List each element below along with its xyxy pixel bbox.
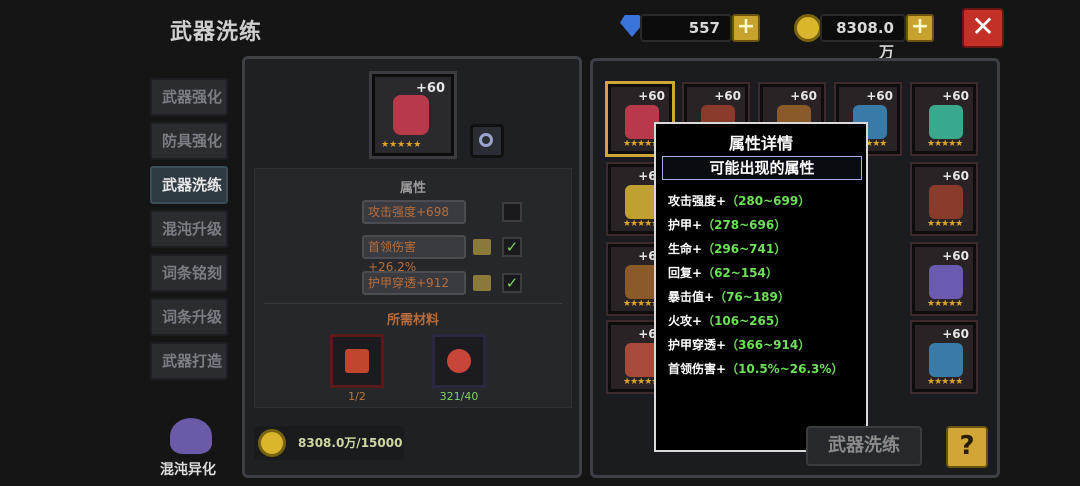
- slot-level: +60: [942, 327, 969, 341]
- weapon-stars: ★★★★★: [381, 140, 422, 150]
- material-2-count: 321/40: [439, 390, 479, 403]
- property-range: （106~265）: [702, 314, 787, 328]
- property-name: 护甲+: [668, 218, 703, 232]
- weapon-slot[interactable]: +60 ★★★★★: [912, 244, 976, 314]
- property-row: 护甲穿透+（366~914）: [668, 336, 810, 353]
- property-row: 首领伤害+（10.5%~26.3%）: [668, 360, 843, 377]
- slot-stars: ★★★★★: [927, 139, 963, 149]
- weapon-slot[interactable]: +60 ★★★★★: [912, 84, 976, 154]
- property-range: （62~154）: [702, 266, 778, 280]
- property-range: （10.5%~26.3%）: [726, 362, 844, 376]
- reforge-button[interactable]: 武器洗练: [806, 426, 922, 466]
- attributes-heading: 属性: [399, 181, 426, 196]
- attribute-1-checkbox[interactable]: [502, 202, 522, 222]
- property-row: 回复+（62~154）: [668, 264, 778, 281]
- coin-cost-bar: 8308.0万/15000: [254, 426, 404, 460]
- weapon-icon: [929, 105, 963, 139]
- divider: [264, 303, 562, 304]
- property-range: （296~741）: [702, 242, 787, 256]
- tab-affix-upgrade[interactable]: 词条升级: [150, 298, 228, 336]
- weapon-level: +60: [416, 81, 445, 96]
- property-row: 护甲+（278~696）: [668, 216, 786, 233]
- property-range: （366~914）: [726, 338, 811, 352]
- property-row: 生命+（296~741）: [668, 240, 786, 257]
- page-title: 武器洗练: [170, 20, 263, 45]
- tab-weapon-forge[interactable]: 武器打造: [150, 342, 228, 380]
- attribute-detail-popup: 属性详情 可能出现的属性 攻击强度+（280~699） 护甲+（278~696）…: [654, 122, 868, 452]
- property-row: 暴击值+（76~189）: [668, 288, 790, 305]
- property-name: 生命+: [668, 242, 703, 256]
- slot-stars: ★★★★★: [927, 219, 963, 229]
- gold-coin-icon: [258, 429, 286, 457]
- weapon-slot[interactable]: +60 ★★★★★: [912, 322, 976, 392]
- weapon-icon: [929, 265, 963, 299]
- property-name: 攻击强度+: [668, 194, 727, 208]
- gold-coin-icon: [794, 14, 822, 42]
- property-name: 火攻+: [668, 314, 703, 328]
- lock-icon: [473, 275, 491, 291]
- add-gems-button[interactable]: +: [732, 14, 760, 42]
- property-name: 首领伤害+: [668, 362, 727, 376]
- weapon-icon: [393, 95, 429, 135]
- material-1-count: 1/2: [348, 390, 366, 403]
- help-button[interactable]: ?: [946, 426, 988, 468]
- magnifier-icon: [479, 133, 493, 147]
- tab-affix-inscribe[interactable]: 词条铭刻: [150, 254, 228, 292]
- add-gold-button[interactable]: +: [906, 14, 934, 42]
- material-slot-2[interactable]: [432, 334, 486, 388]
- weapon-icon: [929, 185, 963, 219]
- attribute-row-1: 攻击强度+698: [362, 200, 466, 224]
- close-button[interactable]: ✕: [962, 8, 1004, 48]
- tab-armor-enhance[interactable]: 防具强化: [150, 122, 228, 160]
- coin-cost-text: 8308.0万/15000: [298, 436, 403, 450]
- lock-icon: [473, 239, 491, 255]
- selected-weapon-slot[interactable]: +60 ★★★★★: [372, 74, 454, 156]
- attribute-row-2: 首领伤害+26.2%: [362, 235, 466, 274]
- slot-level: +60: [714, 89, 741, 103]
- property-name: 护甲穿透+: [668, 338, 727, 352]
- slot-level: +60: [942, 249, 969, 263]
- tab-weapon-reforge[interactable]: 武器洗练: [150, 166, 228, 204]
- property-range: （280~699）: [726, 194, 811, 208]
- slot-level: +60: [790, 89, 817, 103]
- property-range: （76~189）: [714, 290, 790, 304]
- materials-heading: 所需材料: [386, 313, 439, 328]
- slot-level: +60: [942, 169, 969, 183]
- slot-level: +60: [942, 89, 969, 103]
- weapon-slot[interactable]: +60 ★★★★★: [912, 164, 976, 234]
- chaos-mutation-label[interactable]: 混沌异化: [160, 459, 216, 479]
- tab-weapon-enhance[interactable]: 武器强化: [150, 78, 228, 116]
- property-range: （278~696）: [702, 218, 787, 232]
- attribute-3-checkbox[interactable]: ✓: [502, 273, 522, 293]
- attribute-row-3: 护甲穿透+912: [362, 271, 466, 295]
- slot-level: +60: [638, 89, 665, 103]
- slot-stars: ★★★★★: [927, 299, 963, 309]
- material-1-icon: [345, 349, 369, 373]
- weapon-icon: [929, 343, 963, 377]
- property-name: 回复+: [668, 266, 703, 280]
- gold-count: 8308.0万: [820, 14, 906, 61]
- property-row: 攻击强度+（280~699）: [668, 192, 810, 209]
- slot-level: +60: [866, 89, 893, 103]
- chaos-mutation-icon[interactable]: [170, 418, 212, 454]
- popup-title: 属性详情: [728, 134, 793, 153]
- material-slot-1[interactable]: [330, 334, 384, 388]
- magnifier-button[interactable]: [470, 124, 504, 158]
- material-2-icon: [447, 349, 471, 373]
- attribute-2-checkbox[interactable]: ✓: [502, 237, 522, 257]
- popup-subtitle: 可能出现的属性: [662, 156, 862, 180]
- tab-chaos-upgrade[interactable]: 混沌升级: [150, 210, 228, 248]
- property-name: 暴击值+: [668, 290, 715, 304]
- property-row: 火攻+（106~265）: [668, 312, 786, 329]
- gem-count: 557: [640, 14, 732, 42]
- slot-stars: ★★★★★: [927, 377, 963, 387]
